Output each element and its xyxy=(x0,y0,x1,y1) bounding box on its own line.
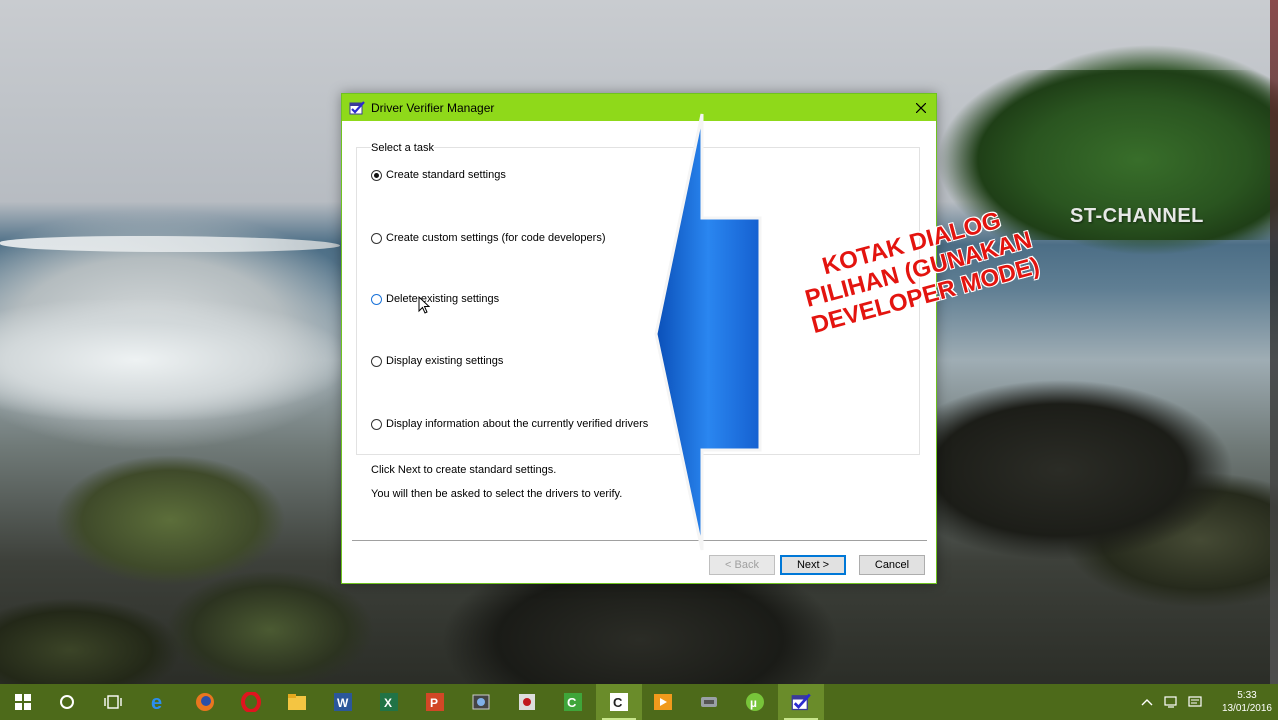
option-create-standard[interactable]: Create standard settings xyxy=(371,169,506,181)
svg-text:P: P xyxy=(430,696,438,710)
chevron-up-icon[interactable] xyxy=(1140,697,1154,707)
svg-text:C: C xyxy=(613,695,623,710)
next-button[interactable]: Next > xyxy=(780,555,846,575)
channel-watermark: ST-CHANNEL xyxy=(1070,205,1204,227)
system-tray: 5:33 13/01/2016 xyxy=(1140,684,1272,720)
network-icon[interactable] xyxy=(1164,695,1180,709)
option-display-existing[interactable]: Display existing settings xyxy=(371,355,503,367)
radio-button[interactable] xyxy=(371,293,382,305)
start-button[interactable] xyxy=(0,684,46,720)
firefox-icon xyxy=(196,693,214,711)
option-display-info[interactable]: Display information about the currently … xyxy=(371,418,648,430)
radio-button[interactable] xyxy=(371,169,382,181)
group-label: Select a task xyxy=(371,142,434,154)
taskbar-app-media[interactable] xyxy=(504,684,550,720)
option-label: Create custom settings (for code develop… xyxy=(386,232,606,244)
svg-text:C: C xyxy=(567,695,577,710)
clock[interactable]: 5:33 13/01/2016 xyxy=(1222,689,1272,715)
svg-text:µ: µ xyxy=(750,696,757,710)
excel-icon: X xyxy=(380,693,398,711)
pointing-arrow-icon xyxy=(654,113,762,551)
option-create-custom[interactable]: Create custom settings (for code develop… xyxy=(371,232,606,244)
taskbar-app-explorer[interactable] xyxy=(274,684,320,720)
taskbar-app-excel[interactable]: X xyxy=(366,684,412,720)
file-explorer-icon xyxy=(288,694,306,710)
svg-text:W: W xyxy=(337,696,349,710)
dialog-content: Select a task Create standard settings C… xyxy=(342,121,936,583)
video-player-icon xyxy=(654,694,672,710)
edge-icon: e xyxy=(151,692,162,712)
mouse-cursor-icon xyxy=(418,296,430,314)
option-label: Display information about the currently … xyxy=(386,418,649,430)
camtasia-icon: C xyxy=(564,693,582,711)
taskbar-app-driver-verifier[interactable] xyxy=(778,684,824,720)
taskbar-app-powerpoint[interactable]: P xyxy=(412,684,458,720)
back-button[interactable]: < Back xyxy=(709,555,775,575)
task-view-button[interactable] xyxy=(90,684,136,720)
verifier-checkmark-icon xyxy=(349,100,365,114)
taskbar-app-firefox[interactable] xyxy=(182,684,228,720)
start-icon xyxy=(15,694,31,710)
driver-verifier-icon xyxy=(791,693,811,711)
opera-icon xyxy=(241,692,261,712)
utorrent-icon: µ xyxy=(746,693,764,711)
option-delete-existing[interactable]: Delete existing settings xyxy=(371,293,499,305)
svg-text:e: e xyxy=(151,692,162,712)
driver-verifier-dialog: Driver Verifier Manager Select a task Cr… xyxy=(341,93,937,584)
word-icon: W xyxy=(334,693,352,711)
description-line-2: You will then be asked to select the dri… xyxy=(371,488,623,500)
taskbar: e W X P C C µ 5:33 13/01/2016 xyxy=(0,684,1278,720)
radio-button[interactable] xyxy=(371,232,382,244)
wave-foam xyxy=(0,236,340,252)
window-title: Driver Verifier Manager xyxy=(371,100,495,115)
taskbar-app-utorrent[interactable]: µ xyxy=(732,684,778,720)
svg-text:X: X xyxy=(384,696,392,710)
clock-time: 5:33 xyxy=(1237,690,1257,701)
radio-button[interactable] xyxy=(371,418,382,430)
taskbar-app-opera[interactable] xyxy=(228,684,274,720)
notification-icon[interactable] xyxy=(1188,695,1202,709)
title-bar[interactable]: Driver Verifier Manager xyxy=(342,94,936,121)
media-app-icon xyxy=(519,694,535,710)
cortana-search-icon xyxy=(60,695,74,709)
taskbar-app-edge[interactable]: e xyxy=(136,684,182,720)
close-button[interactable] xyxy=(906,94,936,121)
separator xyxy=(352,540,927,542)
network-app-icon xyxy=(701,697,717,707)
taskbar-app-camtasia[interactable]: C xyxy=(550,684,596,720)
powerpoint-icon: P xyxy=(426,693,444,711)
right-edge-strip xyxy=(1270,0,1278,684)
taskbar-app-camtasia-editor[interactable]: C xyxy=(596,684,642,720)
taskbar-app-word[interactable]: W xyxy=(320,684,366,720)
cortana-search-button[interactable] xyxy=(44,684,90,720)
close-icon xyxy=(916,102,926,113)
task-view-icon xyxy=(104,695,122,709)
option-label: Delete existing settings xyxy=(386,293,500,305)
description-line-1: Click Next to create standard settings. xyxy=(371,464,557,476)
camera-app-icon xyxy=(472,694,490,710)
option-label: Create standard settings xyxy=(386,169,506,181)
radio-button[interactable] xyxy=(371,355,382,367)
wave-foam-lower xyxy=(0,300,340,420)
taskbar-app-network[interactable] xyxy=(686,684,732,720)
cancel-button[interactable]: Cancel xyxy=(859,555,925,575)
camtasia-editor-icon: C xyxy=(610,693,628,711)
option-label: Display existing settings xyxy=(386,355,504,367)
taskbar-app-camera[interactable] xyxy=(458,684,504,720)
taskbar-app-video[interactable] xyxy=(640,684,686,720)
clock-date: 13/01/2016 xyxy=(1221,703,1272,714)
